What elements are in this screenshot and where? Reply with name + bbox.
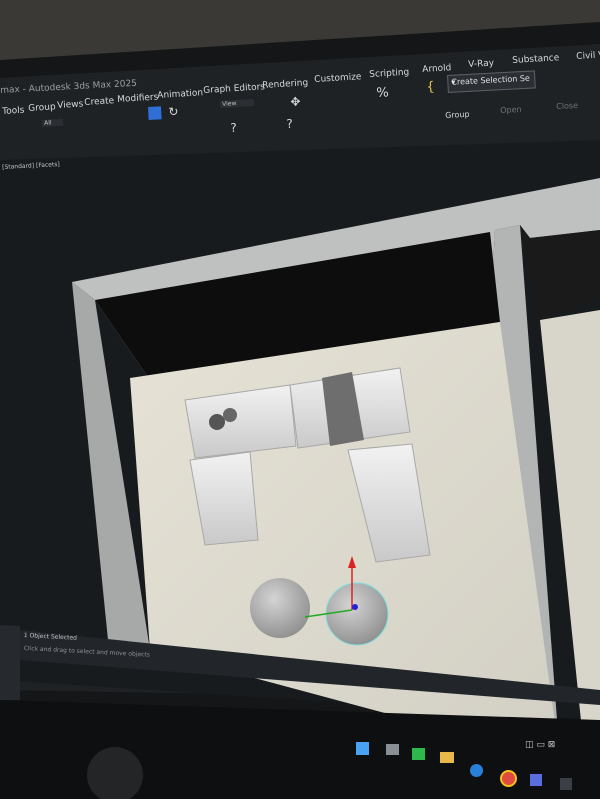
menu-create[interactable]: Create	[84, 96, 114, 108]
menu-arnold[interactable]: Arnold	[422, 63, 452, 75]
store-icon[interactable]	[530, 774, 542, 786]
open-button[interactable]: Open	[500, 105, 522, 115]
edge-icon[interactable]	[470, 764, 483, 777]
close-button[interactable]: Close	[556, 101, 578, 111]
help-icon[interactable]: ?	[286, 117, 293, 131]
task-view-icon[interactable]	[386, 744, 399, 755]
chrome-icon[interactable]	[500, 770, 517, 787]
percent-snap-icon[interactable]: %	[376, 85, 389, 101]
file-explorer-icon[interactable]	[440, 752, 454, 763]
menu-tools[interactable]: Tools	[2, 106, 25, 117]
chat-icon[interactable]	[412, 748, 425, 760]
group-button[interactable]: Group	[445, 110, 470, 120]
app-icon[interactable]	[560, 778, 572, 790]
menu-civil-view[interactable]: Civil V	[576, 50, 600, 62]
start-icon[interactable]	[356, 742, 369, 755]
menu-group[interactable]: Group	[28, 102, 56, 114]
rotate-icon[interactable]: ↻	[168, 104, 179, 119]
selection-filter-dropdown[interactable]: All	[42, 118, 64, 127]
select-move-icon[interactable]	[148, 106, 162, 120]
script-icon[interactable]: {	[426, 80, 435, 95]
menu-views[interactable]: Views	[57, 99, 84, 111]
menu-vray[interactable]: V-Ray	[468, 58, 494, 70]
move-icon[interactable]: ✥	[290, 94, 301, 109]
photo-scene	[0, 0, 600, 799]
system-tray-icons[interactable]: ◫ ▭ ⊠	[525, 740, 555, 750]
help-circle-icon[interactable]: ?	[230, 121, 237, 135]
chevron-down-icon: ▾	[451, 77, 456, 87]
